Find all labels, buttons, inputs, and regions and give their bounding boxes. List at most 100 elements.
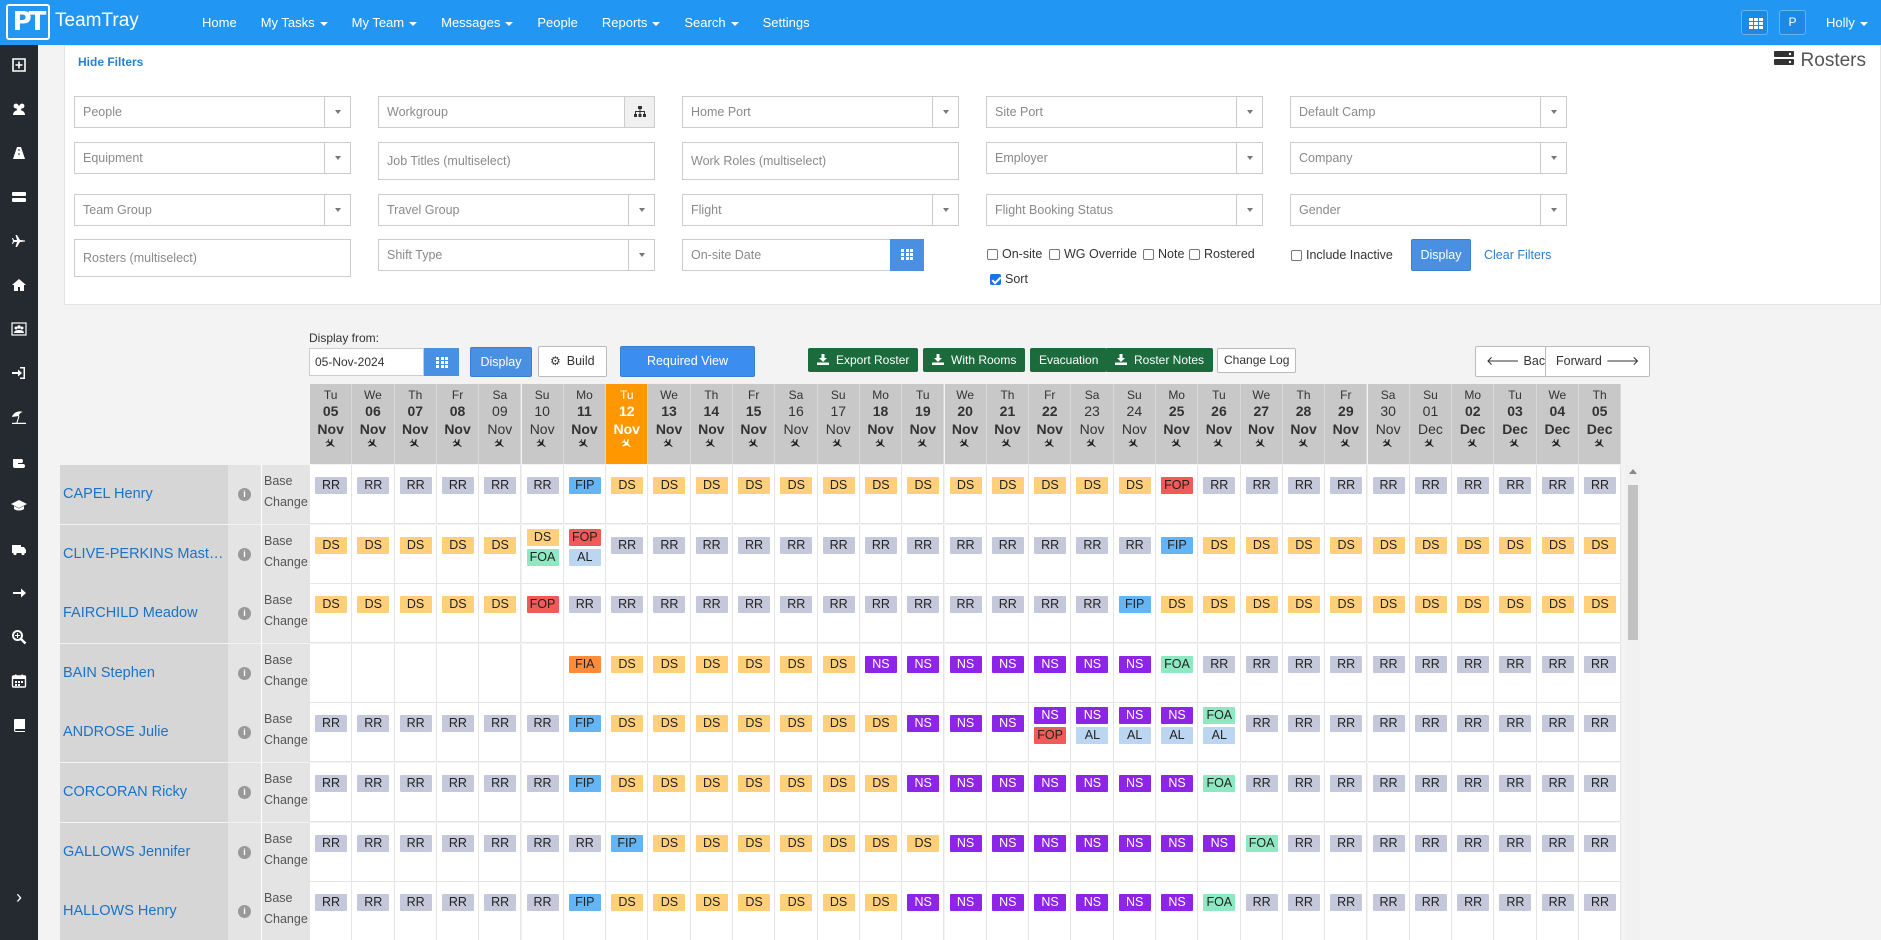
- roster-cell[interactable]: [521, 643, 564, 703]
- truck-icon[interactable]: [9, 539, 29, 559]
- roster-cell[interactable]: RR: [1579, 703, 1622, 763]
- shift-code-badge[interactable]: DS: [611, 477, 644, 494]
- plane-icon[interactable]: [395, 438, 436, 454]
- scroll-up-arrow-icon[interactable]: [1629, 469, 1637, 474]
- shift-code-badge[interactable]: DS: [1203, 536, 1236, 554]
- plane-icon[interactable]: [352, 438, 393, 454]
- person-name-link[interactable]: FAIRCHILD Meadow: [60, 584, 228, 644]
- roster-cell[interactable]: [436, 643, 480, 703]
- roster-cell[interactable]: DS: [944, 465, 987, 524]
- checkbox-box[interactable]: [1189, 248, 1200, 260]
- roster-cell[interactable]: NS: [1071, 882, 1114, 940]
- shift-code-badge[interactable]: RR: [1541, 834, 1574, 852]
- roster-cell[interactable]: RR: [1071, 584, 1114, 644]
- clear-filters-link[interactable]: Clear Filters: [1484, 248, 1551, 262]
- roster-cell[interactable]: RR: [1579, 882, 1622, 940]
- roster-cell[interactable]: RR: [1579, 763, 1622, 822]
- base-change-cell[interactable]: Base Change: [261, 584, 310, 644]
- roster-cell[interactable]: RR: [521, 465, 564, 524]
- day-column-header[interactable]: Mo 18 Nov: [859, 384, 903, 464]
- shift-code-badge[interactable]: RR: [1584, 834, 1616, 852]
- roster-cell[interactable]: FIP: [1113, 584, 1156, 644]
- roster-cell[interactable]: DS: [733, 465, 776, 524]
- shift-code-badge[interactable]: DS: [611, 894, 644, 912]
- roster-cell[interactable]: DS: [775, 822, 818, 882]
- shift-code-badge[interactable]: RR: [1457, 775, 1490, 792]
- roster-cell[interactable]: FIA: [563, 643, 607, 703]
- roster-cell[interactable]: DS: [817, 643, 860, 703]
- plane-icon[interactable]: [564, 438, 605, 454]
- shift-code-badge[interactable]: DS: [738, 894, 770, 912]
- roster-cell[interactable]: NS: [944, 703, 987, 763]
- roster-cell[interactable]: RR: [563, 584, 607, 644]
- equipment-select[interactable]: Equipment: [74, 142, 351, 174]
- roster-cell[interactable]: RR: [1325, 882, 1368, 940]
- hide-filters-link[interactable]: Hide Filters: [78, 55, 143, 69]
- roster-cell[interactable]: RR: [1071, 524, 1114, 584]
- shift-code-badge[interactable]: RR: [1245, 894, 1278, 912]
- shift-code-badge[interactable]: DS: [1584, 536, 1616, 554]
- plus-square-icon[interactable]: [9, 55, 29, 75]
- shift-code-badge[interactable]: NS: [991, 834, 1024, 852]
- shift-code-badge[interactable]: DS: [1287, 536, 1320, 554]
- roster-cell[interactable]: RR: [1452, 703, 1495, 763]
- roster-cell[interactable]: DS: [775, 465, 818, 524]
- roster-cell[interactable]: RR: [1409, 822, 1453, 882]
- shift-code-badge[interactable]: DS: [738, 715, 770, 733]
- shift-code-badge[interactable]: NS: [1034, 775, 1067, 792]
- shift-code-badge[interactable]: DS: [695, 834, 728, 852]
- roster-cell[interactable]: DS: [775, 703, 818, 763]
- plane-icon[interactable]: [1410, 438, 1451, 454]
- shift-code-badge[interactable]: RR: [484, 477, 517, 494]
- shift-code-badge[interactable]: RR: [1330, 655, 1363, 673]
- roster-cell[interactable]: DS: [1198, 584, 1241, 644]
- roster-cell[interactable]: RR: [1494, 703, 1537, 763]
- shift-code-badge[interactable]: RR: [526, 477, 559, 494]
- shift-code-badge[interactable]: NS: [1118, 834, 1151, 852]
- shift-code-badge[interactable]: NS: [1118, 707, 1151, 725]
- roster-cell[interactable]: FOA: [1198, 882, 1241, 940]
- shift-code-badge[interactable]: FIP: [568, 715, 601, 733]
- shift-code-badge[interactable]: DS: [484, 596, 517, 614]
- shift-code-badge[interactable]: DS: [1330, 536, 1363, 554]
- forward-button[interactable]: Forward 🡒: [1545, 346, 1651, 377]
- calendar-icon[interactable]: [9, 671, 29, 691]
- shift-code-badge[interactable]: FIP: [568, 894, 601, 912]
- shift-code-badge[interactable]: DS: [357, 536, 390, 554]
- shift-code-badge[interactable]: DS: [1414, 596, 1447, 614]
- roster-cell[interactable]: DS: [1029, 465, 1072, 524]
- shift-code-badge[interactable]: DS: [441, 536, 474, 554]
- roster-cell[interactable]: RR: [1494, 465, 1537, 524]
- shift-code-badge[interactable]: DS: [653, 775, 686, 792]
- shift-code-badge[interactable]: RR: [1584, 477, 1616, 494]
- shift-code-badge[interactable]: NS: [1034, 655, 1067, 673]
- shift-code-badge[interactable]: DS: [907, 477, 940, 494]
- sort-checkbox[interactable]: Sort: [990, 272, 1028, 286]
- calendar-icon[interactable]: [890, 239, 924, 271]
- shift-code-badge[interactable]: DS: [822, 655, 855, 673]
- roster-cell[interactable]: FOP AL: [563, 524, 607, 584]
- employer-select[interactable]: Employer: [986, 142, 1263, 174]
- roster-cell[interactable]: RR: [352, 465, 395, 524]
- roster-cell[interactable]: RR: [352, 822, 395, 882]
- plane-icon[interactable]: [648, 438, 689, 454]
- roster-cell[interactable]: DS: [1579, 584, 1622, 644]
- shift-code-badge[interactable]: FOA: [526, 548, 559, 566]
- shift-code-badge[interactable]: DS: [780, 775, 813, 792]
- shift-code-badge[interactable]: RR: [1541, 477, 1574, 494]
- shift-code-badge[interactable]: RR: [1414, 655, 1447, 673]
- day-column-header[interactable]: Sa 09 Nov: [479, 384, 522, 464]
- shift-code-badge[interactable]: RR: [399, 775, 432, 792]
- day-column-header[interactable]: We 20 Nov: [944, 384, 987, 464]
- day-column-header[interactable]: Su 17 Nov: [817, 384, 860, 464]
- shift-code-badge[interactable]: RR: [1330, 894, 1363, 912]
- roster-cell[interactable]: DS: [1536, 524, 1579, 584]
- roster-cell[interactable]: NS: [986, 763, 1030, 822]
- roster-cell[interactable]: NS AL: [1113, 703, 1156, 763]
- shift-code-badge[interactable]: RR: [1457, 655, 1490, 673]
- shift-code-badge[interactable]: RR: [1457, 894, 1490, 912]
- roster-cell[interactable]: RR: [1494, 822, 1537, 882]
- shift-code-badge[interactable]: FOP: [1034, 727, 1067, 745]
- shift-code-badge[interactable]: RR: [399, 715, 432, 733]
- roster-cell[interactable]: NS AL: [1071, 703, 1114, 763]
